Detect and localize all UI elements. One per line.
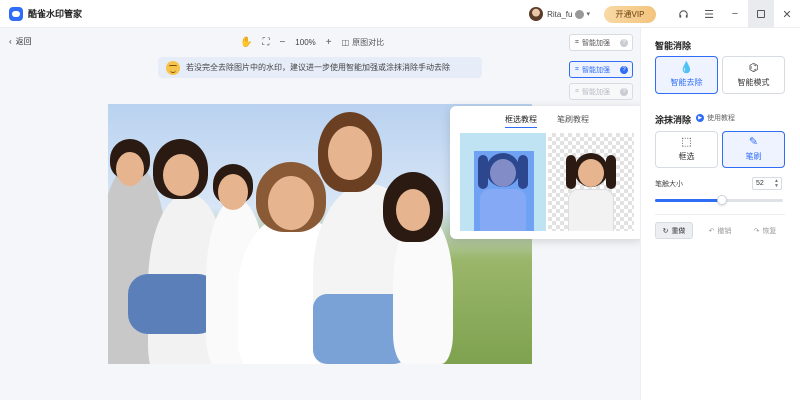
restore-button[interactable]: ↷ 恢复 (746, 222, 784, 239)
photo-face (218, 174, 248, 210)
fit-screen-icon[interactable]: ⛶ (262, 37, 269, 48)
maximize-icon[interactable] (748, 0, 774, 28)
user-avatar[interactable] (529, 7, 544, 21)
vip-level-icon (575, 9, 585, 19)
title-bar: 酷雀水印管家 Rita_fu ▾ 开通VIP ☰ − ✕ (0, 0, 800, 28)
photo-face (116, 152, 144, 186)
smart-enhance-button-1[interactable]: ⌗ 智能加强 ? (569, 34, 633, 51)
hand-icon[interactable]: ✋ (240, 37, 252, 48)
hint-text: 若没完全去除图片中的水印，建议进一步使用智能加强或涂抹消除手动去除 (186, 63, 450, 72)
smart-enhance-button-2[interactable]: ⌗ 智能加强 ? (569, 61, 633, 78)
box-select-icon: ⬚ (681, 136, 692, 148)
droplet-icon: 💧 (679, 61, 694, 74)
hint-banner: 若没完全去除图片中的水印，建议进一步使用智能加强或涂抹消除手动去除 (158, 57, 482, 78)
box-select-card[interactable]: ⬚ 框选 (655, 131, 718, 168)
panel-divider (655, 214, 785, 215)
tab-brush-tutorial[interactable]: 笔刷教程 (557, 114, 589, 128)
tutorial-image-before (460, 133, 546, 231)
play-icon: ▶ (696, 114, 704, 122)
zoom-level: 100% (295, 37, 316, 47)
enhance-label: 智能加强 (581, 66, 610, 74)
title-bar-right: Rita_fu ▾ 开通VIP ☰ − ✕ (529, 0, 800, 28)
photo-face (328, 126, 372, 180)
brush-icon: ✎ (748, 136, 759, 148)
tutorial-popover: 框选教程 笔刷教程 (450, 106, 644, 239)
tab-box-tutorial[interactable]: 框选教程 (505, 114, 537, 128)
undo-button[interactable]: ↶ 撤销 (701, 222, 739, 239)
zoom-out-icon[interactable]: − (279, 37, 285, 48)
tutorial-link[interactable]: ▶ 使用教程 (696, 113, 735, 123)
close-icon[interactable]: ✕ (774, 0, 800, 28)
slider-thumb[interactable] (717, 195, 727, 205)
compare-icon: ◫ (341, 37, 350, 47)
compare-label: 原图对比 (352, 37, 385, 47)
minimize-icon[interactable]: − (722, 0, 748, 28)
back-button[interactable]: ‹ 返回 (9, 36, 32, 47)
compare-original-button[interactable]: ◫ 原图对比 (342, 37, 385, 48)
help-icon[interactable]: ? (620, 65, 628, 74)
stepper-arrows-icon[interactable]: ▲ ▼ (774, 179, 779, 189)
editor-toolbar: ‹ 返回 ✋ ⛶ − 100% + ◫ 原图对比 (0, 28, 640, 56)
photo-jeans (128, 274, 218, 334)
help-icon[interactable]: ? (620, 38, 628, 47)
enhance-label: 智能加强 (581, 39, 610, 47)
photo-face (396, 189, 430, 231)
brush-size-input[interactable]: 52 ▲ ▼ (752, 177, 782, 190)
ai-icon: ⌬ (748, 61, 759, 74)
enhance-icon: ⌗ (575, 87, 579, 95)
app-logo-icon (9, 6, 23, 21)
undo-label: 撤销 (717, 227, 732, 235)
smart-remove-card[interactable]: 💧 智能去除 (655, 56, 718, 94)
brush-size-label: 笔触大小 (655, 181, 683, 188)
username[interactable]: Rita_fu (547, 10, 572, 19)
photo-face (268, 176, 314, 230)
smart-remove-label: 智能去除 (670, 77, 703, 87)
smiley-icon (166, 60, 180, 75)
view-tools: ✋ ⛶ − 100% + ◫ 原图对比 (240, 34, 384, 50)
photo-face (163, 154, 199, 196)
smart-erase-title: 智能消除 (655, 41, 692, 51)
brush-size-value: 52 (756, 180, 764, 187)
chevron-left-icon: ‹ (9, 37, 12, 46)
redo-icon: ↷ (753, 227, 760, 235)
tutorial-label: 使用教程 (707, 115, 735, 122)
redo-all-button[interactable]: ↻ 重做 (655, 222, 693, 239)
brush-card[interactable]: ✎ 笔刷 (722, 131, 785, 168)
enhance-icon: ⌗ (575, 65, 579, 73)
chevron-down-icon[interactable]: ▾ (586, 10, 590, 18)
popover-tabs: 框选教程 笔刷教程 (450, 114, 644, 128)
slider-fill (655, 199, 722, 202)
smear-erase-title: 涂抹消除 (655, 115, 692, 125)
smart-mode-card[interactable]: ⌬ 智能模式 (722, 56, 785, 94)
zoom-in-icon[interactable]: + (326, 37, 332, 48)
undo-icon: ↶ (708, 227, 715, 235)
brush-label: 笔刷 (745, 152, 762, 161)
app-title: 酷雀水印管家 (28, 9, 83, 19)
enhance-label: 智能加强 (581, 88, 610, 96)
tutorial-image-after (548, 133, 634, 231)
reset-label: 重做 (671, 227, 686, 235)
brush-size-slider[interactable] (655, 195, 783, 205)
open-vip-button[interactable]: 开通VIP (604, 5, 656, 23)
enhance-icon: ⌗ (575, 38, 579, 46)
smart-mode-label: 智能模式 (737, 77, 770, 87)
help-icon[interactable]: ? (620, 87, 628, 96)
box-select-label: 框选 (678, 152, 695, 161)
back-label: 返回 (15, 37, 32, 46)
refresh-icon: ↻ (662, 227, 669, 235)
redo-label: 恢复 (762, 227, 777, 235)
headset-icon[interactable] (670, 0, 696, 28)
smart-enhance-button-3[interactable]: ⌗ 智能加强 ? (569, 83, 633, 100)
menu-icon[interactable]: ☰ (696, 0, 722, 28)
